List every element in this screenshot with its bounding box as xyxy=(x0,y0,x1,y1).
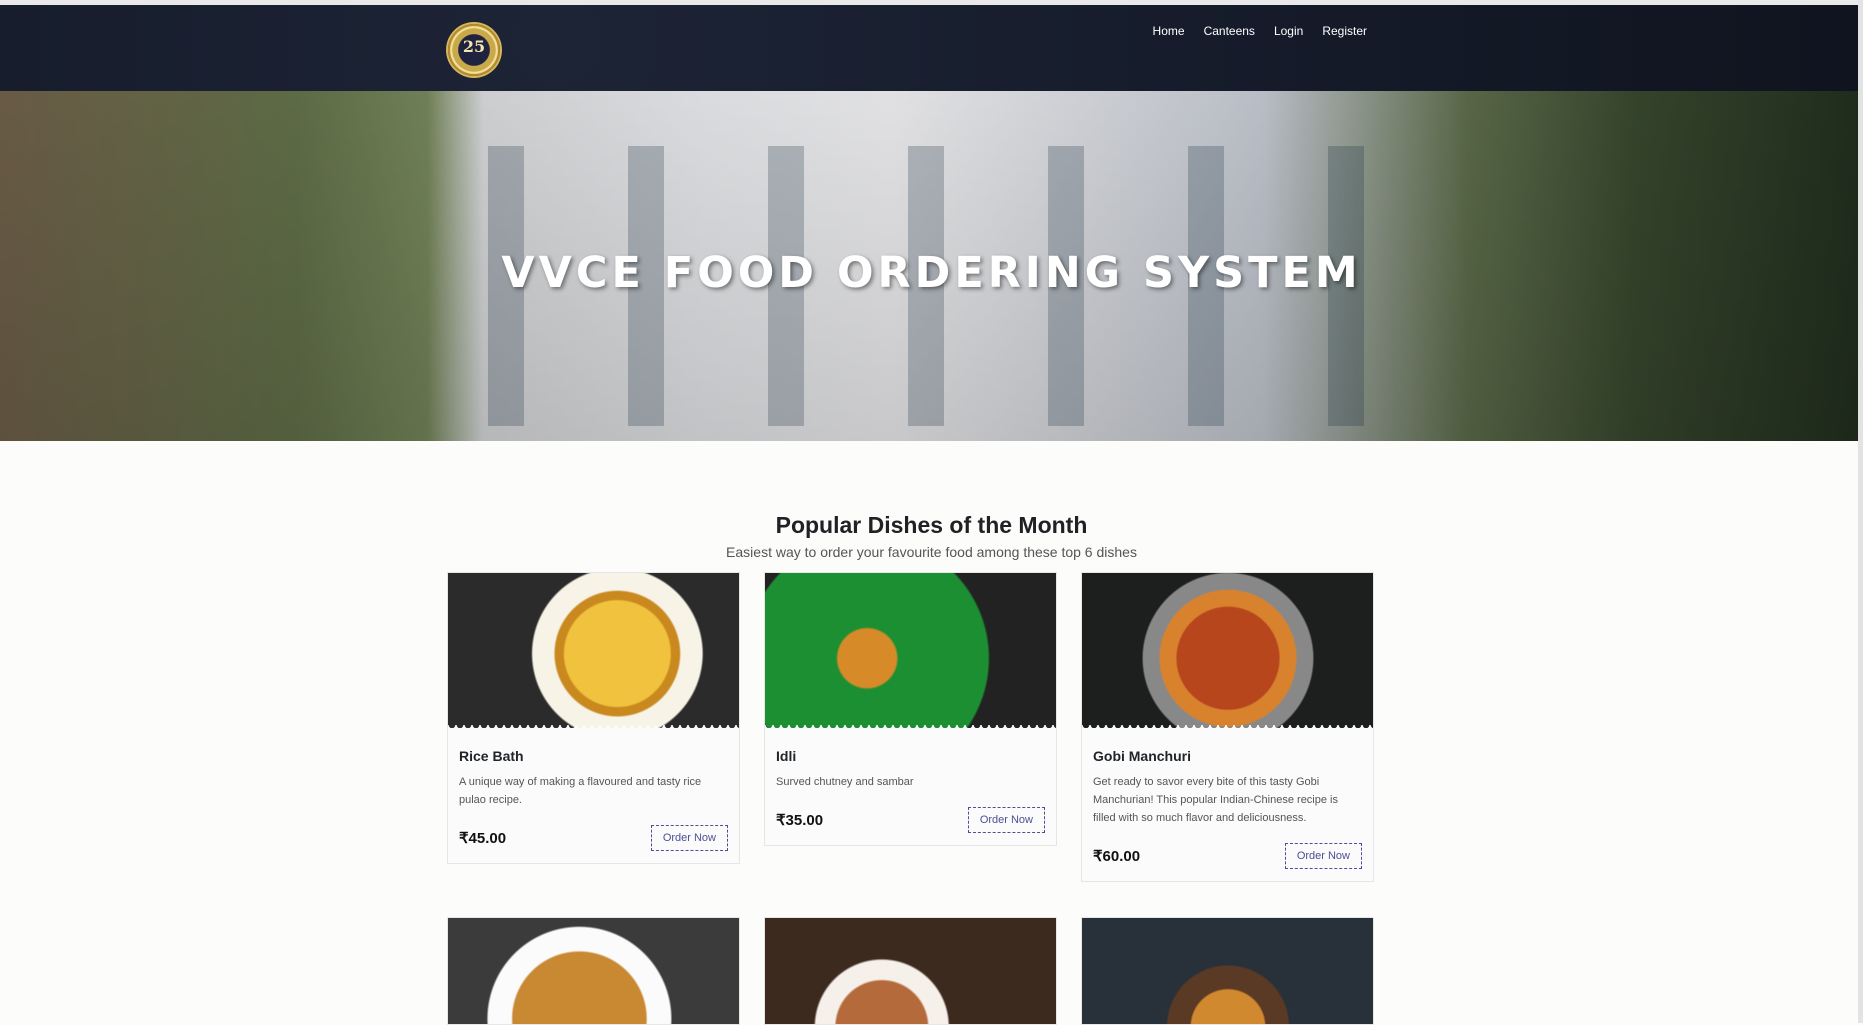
dish-card-footer: ₹45.00 Order Now xyxy=(459,825,728,851)
navbar: 25 Home Canteens Login Register xyxy=(0,5,1858,91)
dish-name: Gobi Manchuri xyxy=(1093,748,1191,764)
dish-card-footer: ₹60.00 Order Now xyxy=(1093,843,1362,869)
dish-card-noodles xyxy=(447,917,740,1025)
dish-card-footer: ₹35.00 Order Now xyxy=(776,807,1045,833)
nav-link-register[interactable]: Register xyxy=(1322,24,1367,38)
order-now-button[interactable]: Order Now xyxy=(650,825,728,851)
popular-dishes-subtitle: Easiest way to order your favourite food… xyxy=(726,544,1137,560)
college-logo[interactable]: 25 xyxy=(448,24,500,76)
hero-title: VVCE FOOD ORDERING SYSTEM xyxy=(501,247,1362,298)
dish-price: ₹60.00 xyxy=(1093,848,1141,865)
dish-description: Get ready to savor every bite of this ta… xyxy=(1093,776,1338,824)
popular-dishes-title: Popular Dishes of the Month xyxy=(775,512,1088,539)
dish-card-body: Gobi Manchuri Get ready to savor every b… xyxy=(1082,728,1373,881)
order-now-button[interactable]: Order Now xyxy=(967,807,1045,833)
burger-image xyxy=(1082,918,1373,1024)
dish-name: Rice Bath xyxy=(459,748,524,764)
hero-banner: VVCE FOOD ORDERING SYSTEM xyxy=(0,91,1858,441)
coffee-image xyxy=(765,918,1056,1024)
dish-description: Surved chutney and sambar xyxy=(776,776,914,788)
dish-price: ₹35.00 xyxy=(776,812,824,829)
noodles-image xyxy=(448,918,739,1024)
dish-card-body: Idli Surved chutney and sambar ₹35.00 Or… xyxy=(765,728,1056,845)
nav-links: Home Canteens Login Register xyxy=(1153,24,1367,38)
dish-description: A unique way of making a flavoured and t… xyxy=(459,776,702,806)
dish-card-gobi-manchuri: Gobi Manchuri Get ready to savor every b… xyxy=(1081,572,1374,882)
idli-image xyxy=(765,573,1056,728)
dish-name: Idli xyxy=(776,748,797,764)
nav-link-canteens[interactable]: Canteens xyxy=(1204,24,1255,38)
dish-card-body: Rice Bath A unique way of making a flavo… xyxy=(448,728,739,863)
nav-link-login[interactable]: Login xyxy=(1274,24,1303,38)
order-now-button[interactable]: Order Now xyxy=(1284,843,1362,869)
dish-card-idli: Idli Surved chutney and sambar ₹35.00 Or… xyxy=(764,572,1057,846)
dish-price: ₹45.00 xyxy=(459,830,507,847)
nav-link-home[interactable]: Home xyxy=(1153,24,1185,38)
dish-card-burger xyxy=(1081,917,1374,1025)
dish-card-rice-bath: Rice Bath A unique way of making a flavo… xyxy=(447,572,740,864)
gobi-manchuri-image xyxy=(1082,573,1373,728)
dish-card-coffee xyxy=(764,917,1057,1025)
rice-bath-image xyxy=(448,573,739,728)
logo-mark: 25 xyxy=(462,37,486,56)
